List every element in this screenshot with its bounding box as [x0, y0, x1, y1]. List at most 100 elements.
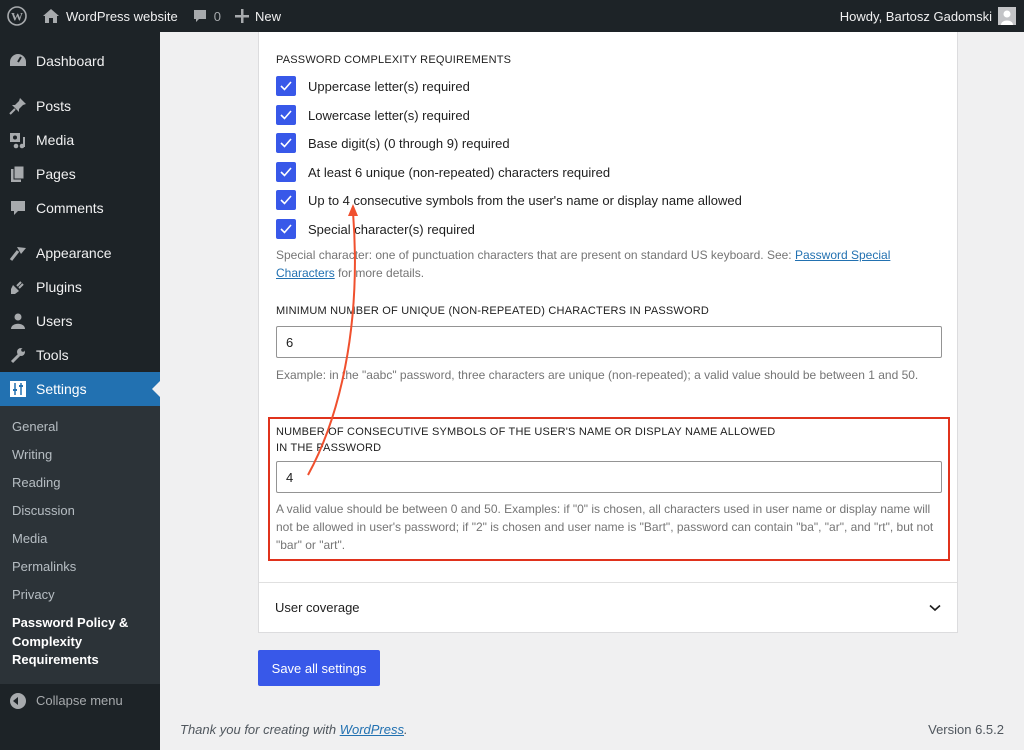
- footer-text: Thank you for creating with: [180, 722, 340, 737]
- dashboard-icon: [8, 51, 28, 71]
- checkbox-uppercase[interactable]: Uppercase letter(s) required: [276, 76, 470, 96]
- wordpress-logo-icon: W: [7, 6, 27, 26]
- sidebar-item-media[interactable]: Media: [0, 123, 160, 157]
- help-text: Special character: one of punctuation ch…: [276, 248, 795, 262]
- admin-bar: W WordPress website 0 New Howdy, Bartosz…: [0, 0, 1024, 32]
- sidebar-item-users[interactable]: Users: [0, 304, 160, 338]
- sidebar-item-dashboard[interactable]: Dashboard: [0, 44, 160, 78]
- checkbox-checked[interactable]: [276, 162, 296, 182]
- checkmark-icon: [280, 195, 292, 205]
- howdy-text: Howdy, Bartosz Gadomski: [839, 8, 992, 24]
- svg-text:W: W: [11, 10, 23, 24]
- new-label: New: [254, 8, 281, 24]
- plus-icon: [234, 9, 249, 23]
- home-icon: [42, 8, 60, 24]
- checkmark-icon: [280, 138, 292, 148]
- checkmark-icon: [280, 224, 292, 234]
- special-char-help: Special character: one of punctuation ch…: [276, 246, 942, 282]
- sidebar-item-label: Pages: [36, 166, 76, 182]
- sidebar-item-posts[interactable]: Posts: [0, 89, 160, 123]
- collapse-menu-button[interactable]: Collapse menu: [0, 684, 160, 718]
- submenu-item-general[interactable]: General: [0, 413, 160, 441]
- wordpress-link[interactable]: WordPress: [340, 722, 404, 737]
- sidebar-item-label: Posts: [36, 98, 72, 114]
- sidebar-item-plugins[interactable]: Plugins: [0, 270, 160, 304]
- sidebar-item-tools[interactable]: Tools: [0, 338, 160, 372]
- checkmark-icon: [280, 81, 292, 91]
- checkbox-special-chars[interactable]: Special character(s) required: [276, 219, 475, 239]
- new-content-link[interactable]: New: [228, 0, 288, 32]
- checkbox-checked[interactable]: [276, 190, 296, 210]
- pin-icon: [8, 96, 28, 116]
- checkbox-label: Lowercase letter(s) required: [308, 107, 470, 123]
- checkbox-label: Special character(s) required: [308, 221, 475, 237]
- unique-chars-help: Example: in the "aabc" password, three c…: [276, 368, 919, 382]
- pages-icon: [8, 164, 28, 184]
- checkbox-checked[interactable]: [276, 219, 296, 239]
- brush-icon: [8, 243, 28, 263]
- sidebar-item-label: Appearance: [36, 245, 112, 261]
- checkbox-checked[interactable]: [276, 76, 296, 96]
- collapse-arrow-icon: [10, 692, 26, 709]
- sidebar-item-label: Tools: [36, 347, 69, 363]
- site-name-link[interactable]: WordPress website: [35, 0, 185, 32]
- unique-chars-label: Minimum number of unique (non-repeated) …: [276, 305, 710, 317]
- version-text: Version 6.5.2: [928, 722, 1004, 737]
- checkbox-label: Base digit(s) (0 through 9) required: [308, 135, 510, 151]
- sidebar-item-label: Dashboard: [36, 53, 105, 69]
- submenu-item-permalinks[interactable]: Permalinks: [0, 553, 160, 581]
- submenu-item-writing[interactable]: Writing: [0, 441, 160, 469]
- checkmark-icon: [280, 167, 292, 177]
- sidebar-item-settings[interactable]: Settings: [0, 372, 160, 406]
- media-icon: [8, 130, 28, 150]
- submenu-item-media[interactable]: Media: [0, 525, 160, 553]
- comments-count: 0: [213, 8, 221, 24]
- accordion-title: User coverage: [275, 600, 360, 615]
- avatar: [998, 7, 1016, 25]
- complexity-heading: Password complexity requirements: [276, 54, 512, 66]
- settings-panel: Password complexity requirements Upperca…: [258, 32, 958, 633]
- user-coverage-accordion[interactable]: User coverage: [259, 582, 957, 632]
- checkbox-checked[interactable]: [276, 133, 296, 153]
- comment-icon: [8, 198, 28, 218]
- admin-sidebar: Dashboard Posts Media Pages Comments App…: [0, 32, 160, 750]
- settings-submenu: General Writing Reading Discussion Media…: [0, 406, 160, 684]
- sidebar-item-label: Media: [36, 132, 75, 148]
- checkbox-label: Up to 4 consecutive symbols from the use…: [308, 192, 742, 208]
- footer-thanks: Thank you for creating with WordPress.: [180, 722, 408, 737]
- comment-icon: [192, 8, 208, 24]
- label-line: in the password: [276, 442, 382, 454]
- sidebar-item-comments[interactable]: Comments: [0, 191, 160, 225]
- submenu-item-privacy[interactable]: Privacy: [0, 581, 160, 609]
- consecutive-symbols-help: A valid value should be between 0 and 50…: [276, 502, 934, 552]
- site-name: WordPress website: [66, 8, 178, 24]
- submenu-item-discussion[interactable]: Discussion: [0, 497, 160, 525]
- label-line: Number of consecutive symbols of the use…: [276, 426, 776, 438]
- my-account-link[interactable]: Howdy, Bartosz Gadomski: [833, 0, 1024, 32]
- consecutive-symbols-input[interactable]: 4: [276, 461, 942, 493]
- checkbox-label: At least 6 unique (non-repeated) charact…: [308, 164, 611, 180]
- checkbox-checked[interactable]: [276, 105, 296, 125]
- comments-link[interactable]: 0: [185, 0, 228, 32]
- unique-chars-input[interactable]: 6: [276, 326, 942, 358]
- plug-icon: [8, 277, 28, 297]
- sidebar-item-label: Settings: [36, 381, 87, 397]
- sidebar-item-label: Users: [36, 313, 73, 329]
- footer-text: .: [404, 722, 408, 737]
- sidebar-item-label: Plugins: [36, 279, 82, 295]
- sidebar-item-pages[interactable]: Pages: [0, 157, 160, 191]
- consecutive-symbols-label: Number of consecutive symbols of the use…: [276, 424, 775, 456]
- wrench-icon: [8, 345, 28, 365]
- checkbox-lowercase[interactable]: Lowercase letter(s) required: [276, 105, 470, 125]
- sidebar-item-appearance[interactable]: Appearance: [0, 236, 160, 270]
- submenu-item-password-policy[interactable]: Password Policy & Complexity Requirement…: [0, 609, 160, 676]
- checkbox-consecutive-symbols[interactable]: Up to 4 consecutive symbols from the use…: [276, 190, 742, 210]
- chevron-down-icon: [929, 604, 941, 612]
- checkbox-digits[interactable]: Base digit(s) (0 through 9) required: [276, 133, 510, 153]
- checkbox-label: Uppercase letter(s) required: [308, 78, 470, 94]
- submenu-item-reading[interactable]: Reading: [0, 469, 160, 497]
- checkmark-icon: [280, 110, 292, 120]
- save-all-settings-button[interactable]: Save all settings: [258, 650, 380, 686]
- checkbox-unique-chars[interactable]: At least 6 unique (non-repeated) charact…: [276, 162, 610, 182]
- wordpress-logo-button[interactable]: W: [0, 0, 35, 32]
